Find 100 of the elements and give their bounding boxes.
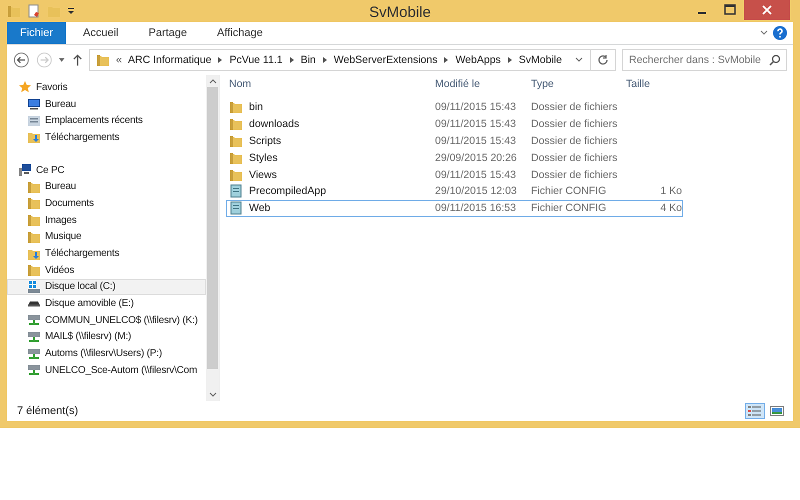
separator-arrow-icon[interactable]	[217, 56, 224, 64]
column-header[interactable]: Taille	[626, 78, 682, 90]
address-bar[interactable]: « ARC Informatique PcVue 11.1 Bin WebServerExtensions WebApps SvMobile	[88, 49, 616, 71]
separator-arrow-icon[interactable]	[322, 56, 328, 64]
recent-places-icon	[27, 114, 41, 128]
tree-item[interactable]: Disque local (C:)	[7, 278, 206, 296]
folder-icon	[229, 150, 243, 165]
back-icon[interactable]	[13, 51, 30, 69]
breadcrumb-item[interactable]: ARC Informatique	[128, 54, 212, 66]
network-drive-icon	[27, 363, 41, 378]
close-icon[interactable]	[744, 0, 790, 20]
caret-icon[interactable]	[67, 7, 75, 15]
folder-icon	[27, 196, 41, 210]
scrollbar[interactable]	[206, 75, 219, 401]
network-drive-icon	[27, 346, 41, 361]
folder-icon	[96, 53, 110, 67]
tree-item[interactable]: Documents	[7, 195, 206, 212]
tree-item[interactable]: Bureau	[7, 178, 206, 196]
tree-item[interactable]: Favoris	[7, 79, 206, 96]
folder-icon	[27, 263, 41, 278]
search-field[interactable]: Rechercher dans : SvMobile	[622, 49, 787, 71]
file-row[interactable]: Views 09/11/2015 15:43 Dossier de fichiers	[226, 166, 683, 183]
refresh-icon[interactable]	[596, 54, 609, 66]
properties-icon[interactable]	[27, 4, 41, 18]
tree-item[interactable]: Automs (\\filesrv\Users) (P:)	[7, 345, 206, 362]
download-folder-icon	[27, 130, 41, 144]
breadcrumb-item[interactable]: PcVue 11.1	[229, 54, 283, 66]
breadcrumb-item[interactable]: SvMobile	[518, 54, 562, 66]
file-name: Views	[249, 168, 277, 181]
folder-icon	[229, 100, 243, 114]
breadcrumb-item[interactable]: WebServerExtensions	[334, 54, 438, 66]
tree-item[interactable]: Téléchargements	[7, 245, 206, 262]
file-name: PrecompiledApp	[249, 185, 326, 198]
caret-icon[interactable]	[58, 56, 66, 64]
tree-item[interactable]: Téléchargements	[7, 129, 206, 146]
folder-icon	[27, 213, 41, 228]
folder-icon	[229, 168, 243, 182]
overflow-chevron[interactable]: «	[116, 54, 122, 66]
file-row[interactable]: PrecompiledApp 29/10/2015 12:03 Fichier CONFIG 1 Ko	[226, 182, 683, 200]
file-row[interactable]: Styles 29/09/2015 20:26 Dossier de fichiers	[226, 149, 683, 166]
file-name: Web	[249, 202, 270, 214]
scroll-up-icon[interactable]	[208, 78, 216, 84]
table-cell-text: Fichier CONFIG	[531, 185, 608, 198]
scroll-down-icon[interactable]	[208, 392, 216, 398]
table-cell-text: Dossier de fichiers	[531, 134, 618, 147]
table-cell-text: 09/11/2015 15:43	[435, 101, 517, 114]
file-name: bin	[249, 101, 264, 114]
table-cell-text: 09/11/2015 16:53	[435, 202, 517, 214]
ribbon-tab[interactable]: Fichier	[7, 22, 66, 44]
tree-item[interactable]: COMMUN_UNELCO$ (\\filesrv) (K:)	[7, 312, 206, 329]
tree-item[interactable]: Musique	[7, 228, 206, 246]
column-header[interactable]: Modifié le	[435, 78, 531, 90]
table-cell-text: 29/09/2015 20:26	[435, 152, 518, 164]
tree-item[interactable]: Images	[7, 212, 206, 228]
up-arrow-icon[interactable]	[72, 53, 83, 67]
network-drive-icon	[27, 313, 41, 328]
ribbon-tab[interactable]: Partage	[135, 22, 200, 44]
config-file-icon	[229, 184, 243, 198]
file-row[interactable]: Web 09/11/2015 16:53 Fichier CONFIG 4 Ko	[226, 200, 683, 217]
table-cell-text: Dossier de fichiers	[531, 152, 618, 164]
breadcrumb-item[interactable]: Bin	[300, 54, 316, 66]
ribbon-tab[interactable]: Accueil	[70, 22, 132, 44]
tree-item[interactable]: Bureau	[7, 96, 206, 112]
column-header[interactable]: Nom	[227, 78, 435, 90]
column-header[interactable]: Type	[531, 78, 626, 90]
breadcrumb-item[interactable]: WebApps	[455, 54, 501, 66]
tree-item[interactable]: UNELCO_Sce-Autom (\\filesrv\Com	[7, 362, 206, 379]
table-cell-text: 4 Ko	[659, 202, 682, 214]
tree-item[interactable]: Ce PC	[7, 162, 206, 178]
tree-item[interactable]: MAIL$ (\\filesrv) (M:)	[7, 328, 206, 346]
table-cell-text: Dossier de fichiers	[531, 168, 618, 181]
tree-item[interactable]: Disque amovible (E:)	[7, 295, 206, 312]
help-icon[interactable]	[773, 26, 787, 40]
table-cell-text: Fichier CONFIG	[531, 202, 608, 214]
search-icon	[768, 54, 781, 66]
file-row[interactable]: bin 09/11/2015 15:43 Dossier de fichiers	[226, 99, 683, 116]
folder-icon	[7, 4, 21, 18]
ribbon-tab[interactable]: Affichage	[204, 22, 276, 44]
separator-arrow-icon[interactable]	[506, 56, 513, 64]
separator-arrow-icon[interactable]	[443, 56, 450, 64]
table-cell-text: Dossier de fichiers	[531, 101, 618, 114]
file-row[interactable]: Scripts 09/11/2015 15:43 Dossier de fichiers	[226, 132, 683, 150]
table-cell-text: 09/11/2015 15:43	[435, 168, 517, 181]
monitor-icon	[27, 97, 41, 112]
tree-item[interactable]: Vidéos	[7, 262, 206, 279]
table-cell-text: 09/11/2015 15:43	[435, 134, 517, 147]
file-row[interactable]: downloads 09/11/2015 15:43 Dossier de fichiers	[226, 116, 683, 133]
config-file-icon	[229, 201, 243, 216]
drive-icon	[27, 280, 41, 294]
folder-icon	[27, 230, 41, 244]
details-view-button[interactable]	[745, 403, 765, 419]
table-cell-text: 29/10/2015 12:03	[435, 185, 518, 198]
separator-arrow-icon[interactable]	[288, 56, 295, 64]
folder-icon	[27, 180, 41, 194]
tiles-view-button[interactable]	[767, 403, 787, 419]
table-cell-text: 09/11/2015 15:43	[435, 118, 517, 130]
file-name: Scripts	[249, 134, 282, 147]
tree-item[interactable]: Emplacements récents	[7, 112, 206, 130]
file-name: Styles	[249, 152, 278, 164]
window-title: SvMobile	[369, 4, 431, 21]
